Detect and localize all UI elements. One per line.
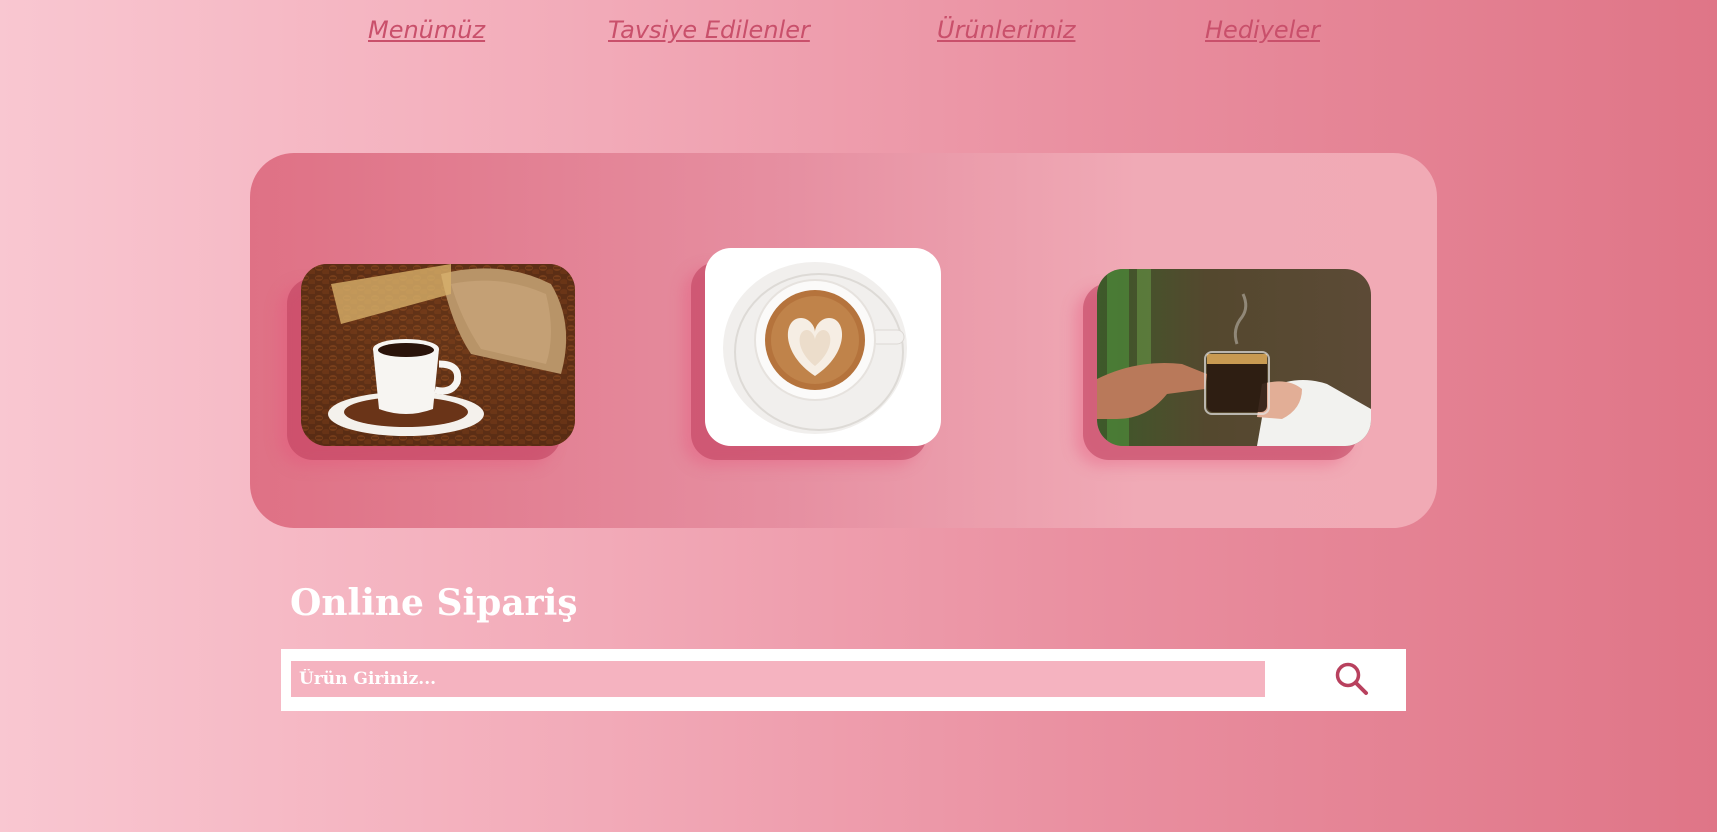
top-nav: Menümüz Tavsiye Edilenler Ürünlerimiz He…: [0, 16, 1717, 56]
search-button[interactable]: [1333, 660, 1371, 698]
gallery-image-espresso-hands: [1097, 269, 1371, 446]
nav-link-gifts[interactable]: Hediyeler: [1205, 16, 1320, 44]
search-input[interactable]: [291, 661, 1265, 697]
online-order-title: Online Sipariş: [290, 582, 578, 624]
nav-link-products[interactable]: Ürünlerimiz: [937, 16, 1075, 44]
search-bar: [281, 649, 1406, 711]
gallery-image-coffee-beans: [301, 264, 575, 446]
nav-link-menu[interactable]: Menümüz: [368, 16, 485, 44]
nav-link-recommended[interactable]: Tavsiye Edilenler: [608, 16, 810, 44]
gallery-image-latte-art: [705, 248, 941, 446]
search-icon: [1335, 662, 1368, 695]
